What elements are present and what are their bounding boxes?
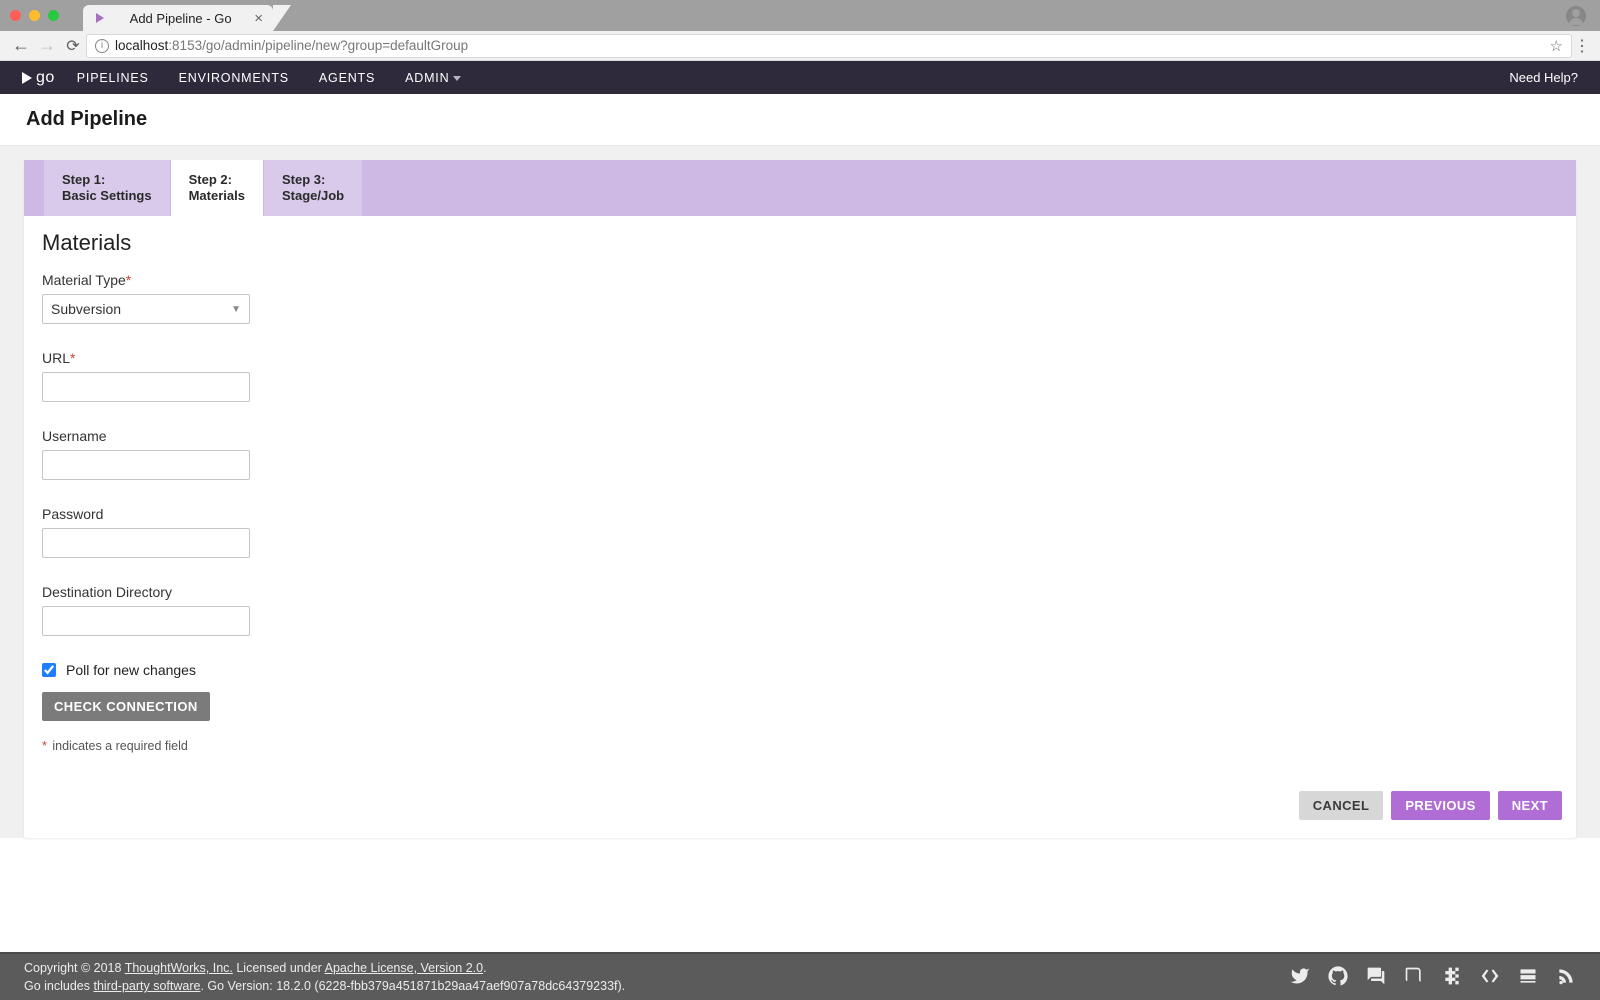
nav-environments[interactable]: ENVIRONMENTS [179, 71, 289, 85]
browser-tab-strip: Add Pipeline - Go × [0, 0, 1600, 31]
username-input[interactable] [42, 450, 250, 480]
plugin-icon[interactable] [1442, 966, 1462, 989]
url-host: localhost [115, 38, 168, 53]
browser-tab[interactable]: Add Pipeline - Go × [83, 5, 273, 31]
server-icon[interactable] [1518, 966, 1538, 989]
tab-favicon-icon [93, 11, 107, 25]
wizard-step-stage-job[interactable]: Step 3: Stage/Job [264, 160, 363, 216]
nav-admin[interactable]: ADMIN [405, 71, 461, 85]
book-icon[interactable] [1404, 966, 1424, 989]
poll-label: Poll for new changes [66, 662, 196, 678]
url-label: URL* [42, 350, 272, 366]
rss-icon[interactable] [1556, 966, 1576, 989]
profile-icon[interactable] [1566, 6, 1586, 26]
app-logo[interactable]: go [0, 69, 77, 87]
material-type-label: Material Type* [42, 272, 272, 288]
url-input-field[interactable] [42, 372, 250, 402]
wizard-step-number: Step 3: [282, 172, 344, 188]
material-type-select[interactable]: Subversion ▼ [42, 294, 250, 324]
destination-directory-label: Destination Directory [42, 584, 272, 600]
cancel-button[interactable]: CANCEL [1299, 791, 1384, 820]
username-label: Username [42, 428, 272, 444]
window-controls [0, 10, 69, 31]
window-close-icon[interactable] [10, 10, 21, 21]
wizard-steps: Step 1: Basic Settings Step 2: Materials… [24, 160, 1576, 216]
required-note: * indicates a required field [42, 739, 1558, 753]
chevron-down-icon [453, 76, 461, 81]
tab-edge [273, 5, 291, 31]
logo-text: go [36, 69, 55, 87]
wizard-step-number: Step 1: [62, 172, 152, 188]
poll-checkbox[interactable] [42, 663, 56, 677]
wizard-step-name: Basic Settings [62, 188, 152, 204]
password-input[interactable] [42, 528, 250, 558]
footer-thoughtworks-link[interactable]: ThoughtWorks, Inc. [125, 961, 233, 975]
wizard-step-name: Materials [189, 188, 245, 204]
api-icon[interactable] [1480, 966, 1500, 989]
window-maximize-icon[interactable] [48, 10, 59, 21]
forward-icon: → [34, 35, 60, 56]
wizard-step-name: Stage/Job [282, 188, 344, 204]
url-path: :8153/go/admin/pipeline/new?group=defaul… [168, 38, 468, 53]
nav-admin-label: ADMIN [405, 71, 449, 85]
wizard-step-number: Step 2: [189, 172, 245, 188]
reload-icon[interactable]: ⟳ [60, 36, 86, 56]
page-header: Add Pipeline [0, 94, 1600, 146]
need-help-link[interactable]: Need Help? [1509, 70, 1600, 85]
twitter-icon[interactable] [1290, 966, 1310, 989]
address-bar: ← → ⟳ i localhost:8153/go/admin/pipeline… [0, 31, 1600, 61]
nav-agents[interactable]: AGENTS [319, 71, 375, 85]
wizard-step-basic-settings[interactable]: Step 1: Basic Settings [44, 160, 171, 216]
pipeline-wizard: Step 1: Basic Settings Step 2: Materials… [24, 160, 1576, 838]
browser-menu-icon[interactable]: ⋮ [1572, 36, 1592, 56]
footer-text: Copyright © 2018 ThoughtWorks, Inc. Lice… [24, 959, 625, 995]
app-navbar: go PIPELINES ENVIRONMENTS AGENTS ADMIN N… [0, 61, 1600, 94]
wizard-step-materials[interactable]: Step 2: Materials [171, 160, 264, 216]
nav-pipelines[interactable]: PIPELINES [77, 71, 149, 85]
check-connection-button[interactable]: CHECK CONNECTION [42, 692, 210, 721]
destination-directory-input[interactable] [42, 606, 250, 636]
next-button[interactable]: NEXT [1498, 791, 1562, 820]
github-icon[interactable] [1328, 966, 1348, 989]
chat-icon[interactable] [1366, 966, 1386, 989]
tab-title: Add Pipeline - Go [130, 11, 232, 26]
bookmark-star-icon[interactable]: ☆ [1550, 37, 1563, 55]
footer-thirdparty-link[interactable]: third-party software [93, 979, 200, 993]
wizard-footer: CANCEL PREVIOUS NEXT [24, 779, 1576, 838]
chevron-down-icon: ▼ [231, 304, 241, 315]
site-info-icon[interactable]: i [95, 39, 109, 53]
password-label: Password [42, 506, 272, 522]
previous-button[interactable]: PREVIOUS [1391, 791, 1489, 820]
footer-license-link[interactable]: Apache License, Version 2.0 [325, 961, 483, 975]
back-icon[interactable]: ← [8, 35, 34, 56]
section-heading: Materials [42, 230, 1558, 256]
url-input[interactable]: i localhost:8153/go/admin/pipeline/new?g… [86, 34, 1572, 58]
tab-close-icon[interactable]: × [254, 10, 263, 27]
logo-icon [22, 72, 32, 84]
material-type-value: Subversion [51, 301, 121, 317]
app-footer: Copyright © 2018 ThoughtWorks, Inc. Lice… [0, 952, 1600, 1000]
page-title: Add Pipeline [26, 108, 1574, 131]
window-minimize-icon[interactable] [29, 10, 40, 21]
